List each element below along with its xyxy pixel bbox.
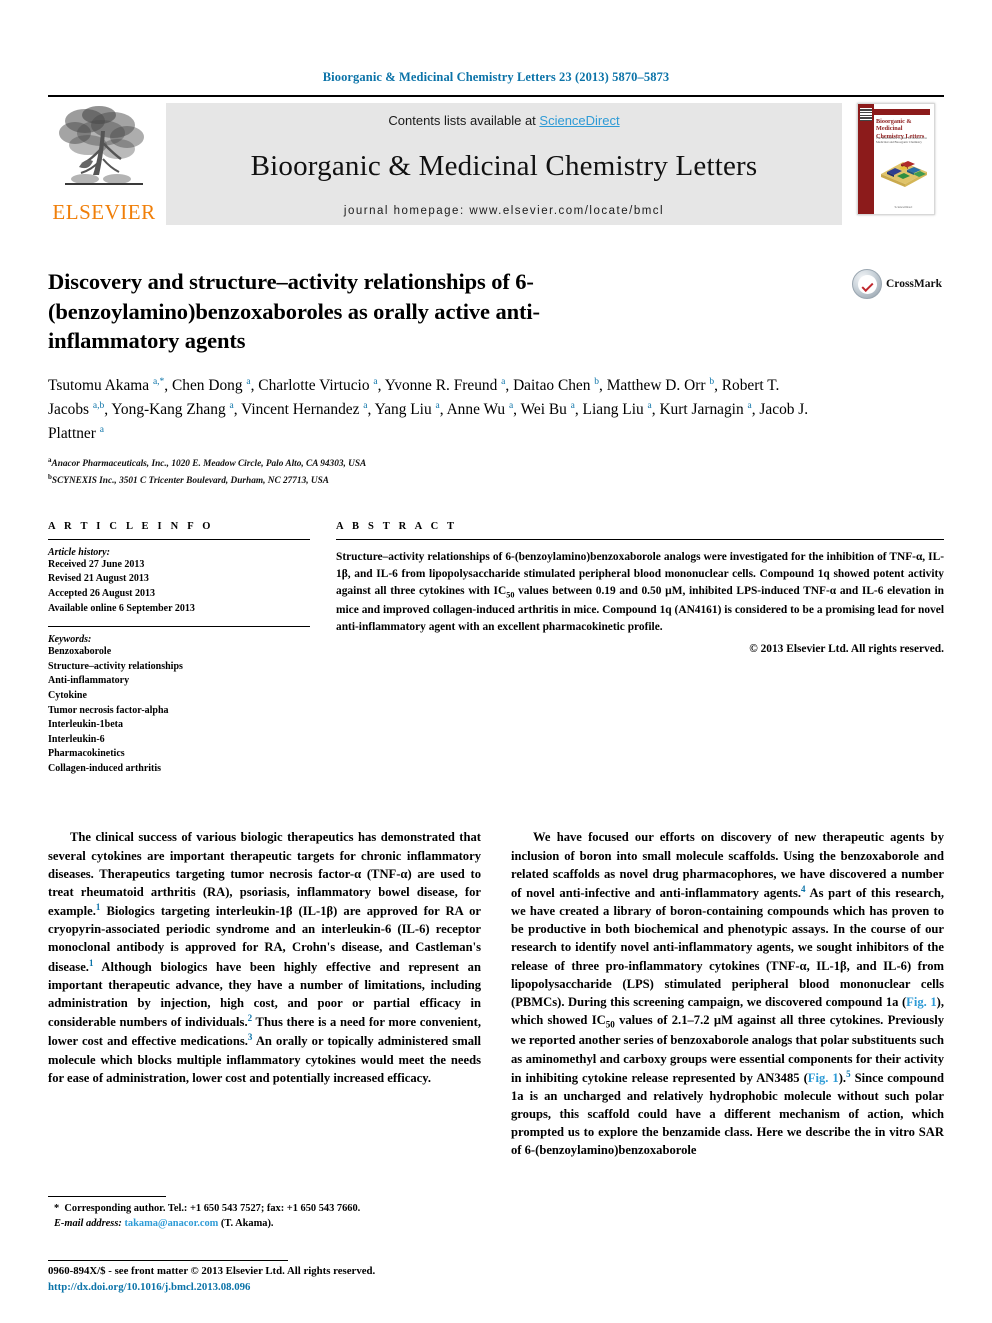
article-history-item: Received 27 June 2013 (48, 558, 145, 570)
cover-artwork-icon (881, 161, 927, 187)
author-list: Tsutomu Akama a,*, Chen Dong a, Charlott… (48, 376, 809, 442)
keyword-item: Anti-inflammatory (48, 675, 130, 687)
page-title: Discovery and structure–activity relatio… (48, 269, 540, 354)
crossmark-icon (852, 269, 882, 299)
keyword-item: Tumor necrosis factor-alpha (48, 704, 169, 716)
doi-link[interactable]: http://dx.doi.org/10.1016/j.bmcl.2013.08… (48, 1280, 568, 1295)
keyword-item: Interleukin-6 (48, 733, 105, 745)
keywords-title: Keywords: (48, 634, 92, 646)
contents-available-line: Contents lists available at ScienceDirec… (166, 113, 842, 128)
divider (48, 538, 310, 540)
journal-title: Bioorganic & Medicinal Chemistry Letters (250, 150, 758, 182)
affiliation-text: Anacor Pharmaceuticals, Inc., 1020 E. Me… (51, 458, 367, 469)
sciencedirect-link[interactable]: ScienceDirect (539, 113, 619, 128)
page-footer: 0960-894X/$ - see front matter © 2013 El… (48, 1260, 568, 1295)
cover-footer: ScienceDirect (894, 205, 913, 209)
keyword-item: Interleukin-1beta (48, 719, 123, 731)
article-history-item: Accepted 26 August 2013 (48, 587, 155, 599)
article-history-title: Article history: (48, 546, 110, 558)
divider (336, 538, 944, 540)
affiliation-text: SCYNEXIS Inc., 3501 C Tricenter Boulevar… (51, 475, 329, 486)
corresponding-author-footnote: * Corresponding author. Tel.: +1 650 543… (48, 1195, 478, 1231)
keyword-item: Benzoxaborole (48, 646, 112, 658)
crossmark-label: CrossMark (886, 278, 943, 290)
abstract-text: Structure–activity relationships of 6-(b… (336, 550, 944, 634)
keyword-item: Structure–activity relationships (48, 660, 183, 672)
body-paragraph: The clinical success of various biologic… (48, 830, 481, 1085)
journal-masthead: ELSEVIER Contents lists available at Sci… (48, 95, 944, 225)
elsevier-logo: ELSEVIER (48, 103, 160, 225)
body-column-left: The clinical success of various biologic… (48, 828, 481, 1159)
affiliation-list: aAnacor Pharmaceuticals, Inc., 1020 E. M… (48, 455, 944, 489)
contents-prefix: Contents lists available at (388, 113, 540, 128)
front-matter-line: 0960-894X/$ - see front matter © 2013 El… (48, 1265, 376, 1278)
body-text: The clinical success of various biologic… (48, 828, 944, 1159)
journal-banner: Contents lists available at ScienceDirec… (166, 103, 842, 225)
divider (48, 1195, 166, 1197)
journal-homepage-line[interactable]: journal homepage: www.elsevier.com/locat… (166, 205, 842, 217)
body-paragraph: We have focused our efforts on discovery… (511, 830, 945, 1158)
elsevier-tree-icon (59, 106, 144, 185)
journal-cover-thumbnail[interactable]: Bioorganic & Medicinal Chemistry Letters… (848, 103, 944, 225)
info-abstract-section: A R T I C L E I N F O Article history: R… (48, 521, 944, 777)
article-history-item: Revised 21 August 2013 (48, 573, 149, 585)
footnote-contact-line: * Corresponding author. Tel.: +1 650 543… (54, 1202, 361, 1214)
cover-subtitle: The International Journal for Research i… (876, 136, 927, 144)
keyword-item: Cytokine (48, 689, 87, 701)
article-history-item: Available online 6 September 2013 (48, 602, 195, 614)
elsevier-wordmark: ELSEVIER (52, 200, 156, 224)
footnote-email-line[interactable]: E-mail address: takama@anacor.com (T. Ak… (48, 1216, 478, 1231)
abstract-heading: A B S T R A C T (336, 520, 458, 532)
abstract-copyright: © 2013 Elsevier Ltd. All rights reserved… (749, 642, 944, 655)
article-info-heading: A R T I C L E I N F O (48, 520, 214, 532)
affiliation-item: bSCYNEXIS Inc., 3501 C Tricenter Bouleva… (48, 472, 944, 489)
body-column-right: We have focused our efforts on discovery… (511, 828, 944, 1159)
cover-top-bar (874, 109, 930, 115)
cover-image: Bioorganic & Medicinal Chemistry Letters… (857, 103, 935, 215)
crossmark-badge[interactable]: CrossMark (852, 269, 944, 299)
affiliation-item: aAnacor Pharmaceuticals, Inc., 1020 E. M… (48, 455, 944, 472)
divider (48, 1260, 288, 1262)
divider (48, 626, 310, 628)
running-head: Bioorganic & Medicinal Chemistry Letters… (322, 70, 670, 84)
crossmark-badge-row: CrossMark (852, 269, 944, 299)
keyword-item: Collagen-induced arthritis (48, 762, 162, 774)
keyword-item: Pharmacokinetics (48, 748, 125, 760)
title-block: Discovery and structure–activity relatio… (48, 267, 944, 356)
cover-elsevier-mark-icon (860, 108, 872, 122)
abstract-column: A B S T R A C T Structure–activity relat… (336, 521, 944, 777)
article-info-column: A R T I C L E I N F O Article history: R… (48, 521, 310, 777)
